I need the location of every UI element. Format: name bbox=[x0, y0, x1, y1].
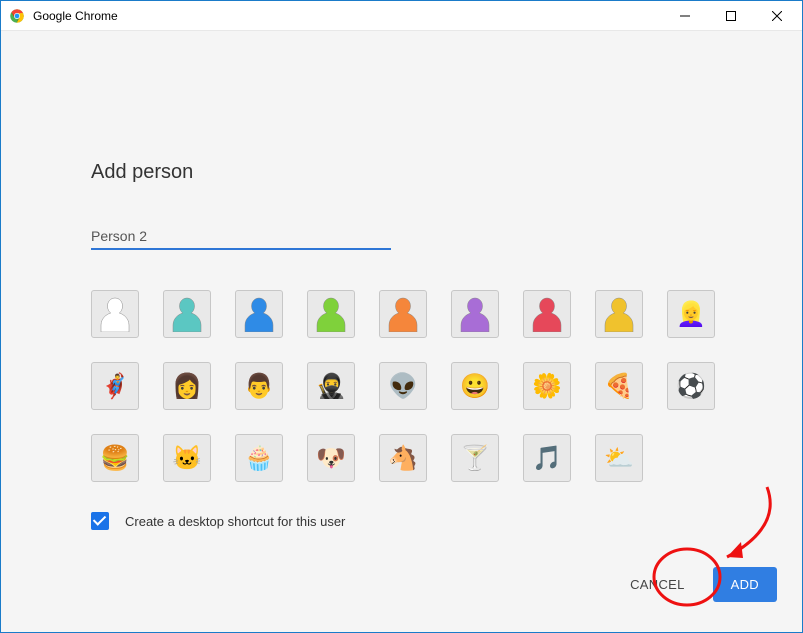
avatar-option-avatar-woman-blonde[interactable]: 👱‍♀️ bbox=[667, 290, 715, 338]
avatar-option-avatar-horse[interactable]: 🐴 bbox=[379, 434, 427, 482]
titlebar: Google Chrome bbox=[1, 1, 802, 31]
avatar-grid: 👱‍♀️ 🦸‍♂️ 👩 👨 🥷 👽 😀 🌼 🍕 ⚽ 🍔 🐱 🧁 🐶 🐴 🍸 🎵 ⛅ bbox=[91, 290, 712, 482]
avatar-option-silhouette-purple[interactable] bbox=[451, 290, 499, 338]
add-button[interactable]: ADD bbox=[713, 567, 777, 602]
chrome-logo-icon bbox=[9, 8, 25, 24]
close-button[interactable] bbox=[754, 1, 800, 31]
window-title: Google Chrome bbox=[33, 9, 662, 23]
avatar-option-avatar-man[interactable]: 👨 bbox=[235, 362, 283, 410]
minimize-button[interactable] bbox=[662, 1, 708, 31]
avatar-option-avatar-soccer[interactable]: ⚽ bbox=[667, 362, 715, 410]
maximize-button[interactable] bbox=[708, 1, 754, 31]
avatar-option-avatar-sun-cloud[interactable]: ⛅ bbox=[595, 434, 643, 482]
shortcut-checkbox[interactable] bbox=[91, 512, 109, 530]
avatar-option-avatar-ninja[interactable]: 🥷 bbox=[307, 362, 355, 410]
avatar-option-avatar-cocktail[interactable]: 🍸 bbox=[451, 434, 499, 482]
avatar-option-silhouette-white[interactable] bbox=[91, 290, 139, 338]
avatar-option-avatar-smiley[interactable]: 😀 bbox=[451, 362, 499, 410]
avatar-option-silhouette-blue[interactable] bbox=[235, 290, 283, 338]
avatar-option-silhouette-red[interactable] bbox=[523, 290, 571, 338]
avatar-option-silhouette-orange[interactable] bbox=[379, 290, 427, 338]
shortcut-checkbox-row[interactable]: Create a desktop shortcut for this user bbox=[91, 512, 712, 530]
avatar-option-avatar-cupcake[interactable]: 🧁 bbox=[235, 434, 283, 482]
avatar-option-avatar-pizza[interactable]: 🍕 bbox=[595, 362, 643, 410]
dialog-body: Add person 👱‍♀️ 🦸‍♂️ 👩 👨 🥷 👽 😀 🌼 🍕 ⚽ 🍔 🐱 🧁 🐶 🐴 🍸 🎵 ⛅ Crea… bbox=[1, 31, 802, 632]
avatar-option-avatar-dog[interactable]: 🐶 bbox=[307, 434, 355, 482]
window-controls bbox=[662, 1, 800, 31]
shortcut-label: Create a desktop shortcut for this user bbox=[125, 514, 345, 529]
page-title: Add person bbox=[91, 161, 712, 184]
dialog-footer: CANCEL ADD bbox=[1, 567, 802, 632]
avatar-option-silhouette-green[interactable] bbox=[307, 290, 355, 338]
avatar-option-avatar-cat[interactable]: 🐱 bbox=[163, 434, 211, 482]
avatar-option-avatar-music-note[interactable]: 🎵 bbox=[523, 434, 571, 482]
avatar-option-silhouette-yellow[interactable] bbox=[595, 290, 643, 338]
avatar-option-avatar-superhero[interactable]: 🦸‍♂️ bbox=[91, 362, 139, 410]
cancel-button[interactable]: CANCEL bbox=[626, 569, 689, 600]
avatar-option-silhouette-teal[interactable] bbox=[163, 290, 211, 338]
avatar-option-avatar-alien[interactable]: 👽 bbox=[379, 362, 427, 410]
avatar-option-avatar-woman-sunglasses[interactable]: 👩 bbox=[163, 362, 211, 410]
person-name-input[interactable] bbox=[91, 224, 391, 250]
avatar-option-avatar-burger[interactable]: 🍔 bbox=[91, 434, 139, 482]
avatar-option-avatar-flower[interactable]: 🌼 bbox=[523, 362, 571, 410]
